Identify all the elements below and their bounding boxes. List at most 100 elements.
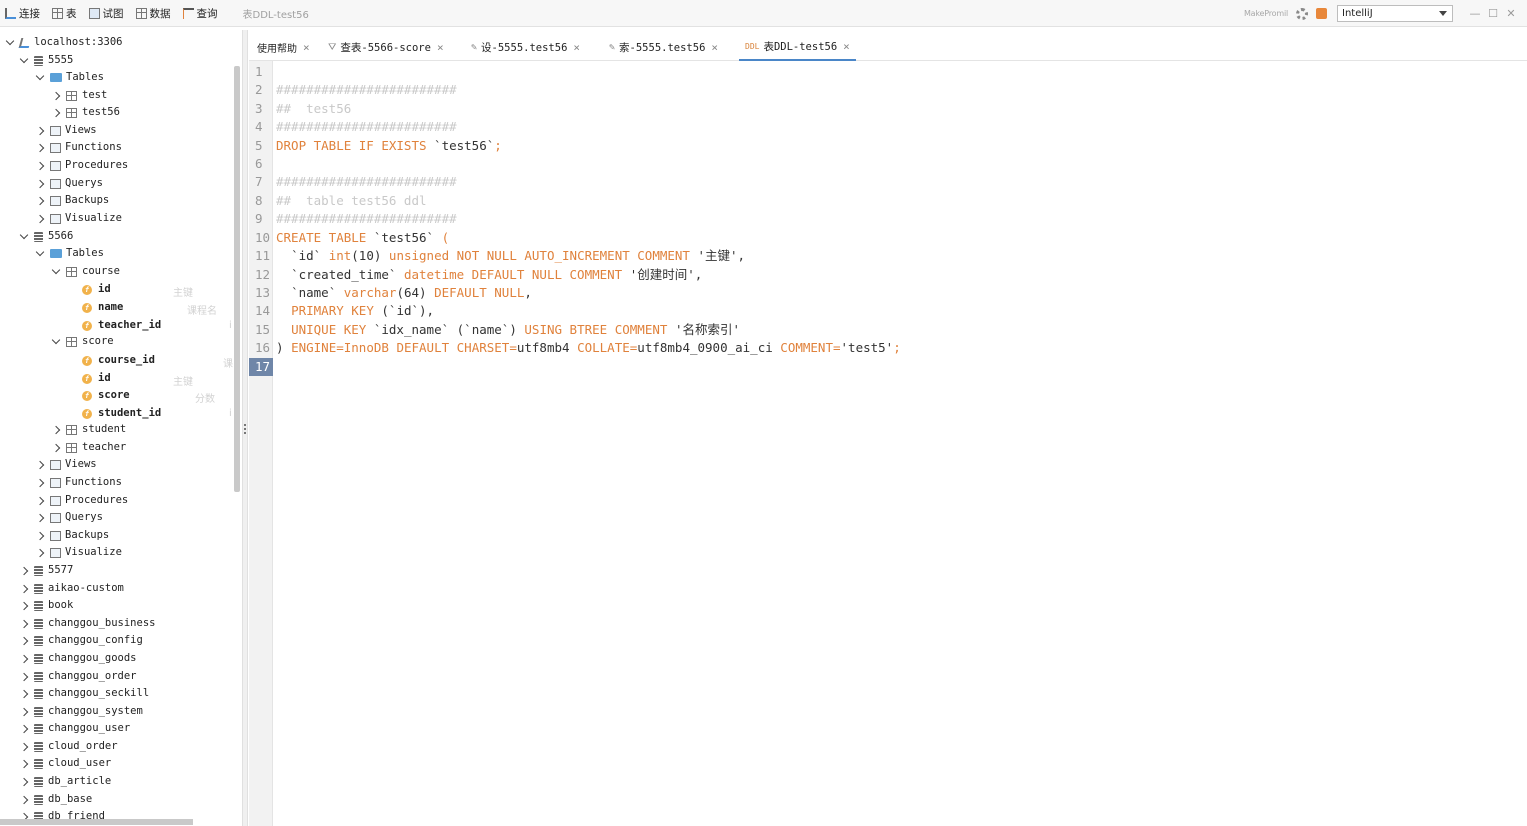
tree-table-test[interactable]: test [52, 87, 107, 104]
maximize-button[interactable]: ☐ [1485, 7, 1501, 20]
chevron-right-icon[interactable] [36, 180, 44, 188]
code-line[interactable]: PRIMARY KEY (`id`), [276, 302, 434, 320]
tree-connection[interactable]: localhost:3306 [6, 34, 123, 51]
tree-field[interactable]: f id [82, 370, 111, 387]
chevron-right-icon[interactable] [52, 92, 60, 100]
tree-field[interactable]: f id [82, 281, 111, 298]
tree-db[interactable]: changgou_config [20, 632, 143, 649]
query-button[interactable]: 查询 [180, 2, 221, 24]
tree-querys-5566[interactable]: Querys [36, 509, 103, 526]
tree-db[interactable]: changgou_seckill [20, 685, 149, 702]
chevron-right-icon[interactable] [20, 673, 28, 681]
chevron-right-icon[interactable] [36, 479, 44, 487]
table-button[interactable]: 表 [49, 2, 80, 24]
tree-visualize-5566[interactable]: Visualize [36, 544, 122, 561]
chevron-right-icon[interactable] [36, 127, 44, 135]
code-line[interactable]: UNIQUE KEY `idx_name` (`name`) USING BTR… [276, 321, 740, 339]
tree-horizontal-scrollbar[interactable] [0, 819, 193, 825]
chevron-down-icon[interactable] [6, 39, 14, 47]
tree-table-test56[interactable]: test56 [52, 104, 120, 121]
tree-db[interactable]: aikao-custom [20, 580, 124, 597]
code-line[interactable]: ######################## [276, 81, 457, 99]
chevron-right-icon[interactable] [36, 461, 44, 469]
tree-db[interactable]: cloud_user [20, 755, 111, 772]
tree-table-student[interactable]: student [52, 421, 126, 438]
gear-icon[interactable] [1296, 7, 1308, 20]
code-line[interactable]: ######################## [276, 173, 457, 191]
chevron-right-icon[interactable] [20, 725, 28, 733]
close-window-button[interactable]: ✕ [1503, 7, 1519, 20]
code-line[interactable]: `name` varchar(64) DEFAULT NULL, [276, 284, 532, 302]
tree-backups-5555[interactable]: Backups [36, 192, 109, 209]
tab-index-test56[interactable]: ✎ 索-5555.test56 × [603, 34, 724, 61]
chevron-right-icon[interactable] [20, 620, 28, 628]
code-line[interactable]: ######################## [276, 118, 457, 136]
chevron-right-icon[interactable] [20, 796, 28, 804]
tree-tables-5566[interactable]: Tables [36, 245, 104, 262]
chevron-down-icon[interactable] [52, 268, 60, 276]
chevron-right-icon[interactable] [52, 426, 60, 434]
tree-tables-5555[interactable]: Tables [36, 69, 104, 86]
tree-db[interactable]: changgou_order [20, 668, 137, 685]
tab-design-test56[interactable]: ✎ 设-5555.test56 × [465, 34, 586, 61]
chevron-right-icon[interactable] [36, 514, 44, 522]
code-line[interactable]: ######################## [276, 210, 457, 228]
tree-field[interactable]: f name [82, 299, 123, 316]
tree-procedures-5566[interactable]: Procedures [36, 492, 128, 509]
chevron-down-icon[interactable] [36, 74, 44, 82]
chevron-right-icon[interactable] [52, 109, 60, 117]
tab-help[interactable]: 使用帮助 × [251, 34, 316, 61]
tree-db[interactable]: book [20, 597, 73, 614]
code-line[interactable]: ## test56 [276, 100, 351, 118]
tree-field[interactable]: f student_id [82, 405, 161, 422]
tree-db[interactable]: cloud_order [20, 738, 118, 755]
tree-db[interactable]: changgou_user [20, 720, 130, 737]
tab-ddl-test56[interactable]: DDL 表DDL-test56 × [739, 34, 856, 61]
tree-querys-5555[interactable]: Querys [36, 175, 103, 192]
close-icon[interactable]: × [711, 41, 718, 54]
chevron-right-icon[interactable] [20, 708, 28, 716]
tree-db[interactable]: changgou_system [20, 703, 143, 720]
chevron-right-icon[interactable] [20, 637, 28, 645]
chevron-right-icon[interactable] [20, 743, 28, 751]
tree-field[interactable]: f teacher_id [82, 317, 161, 334]
tree-db[interactable]: changgou_goods [20, 650, 137, 667]
close-icon[interactable]: × [437, 41, 444, 54]
close-icon[interactable]: × [303, 41, 310, 54]
chevron-right-icon[interactable] [36, 162, 44, 170]
code-line[interactable]: `created_time` datetime DEFAULT NULL COM… [276, 266, 702, 284]
connect-button[interactable]: 连接 [2, 2, 43, 24]
tree-procedures-5555[interactable]: Procedures [36, 157, 128, 174]
chevron-right-icon[interactable] [36, 497, 44, 505]
tree-db-5555[interactable]: 5555 [20, 52, 73, 69]
chevron-right-icon[interactable] [20, 567, 28, 575]
chevron-right-icon[interactable] [52, 444, 60, 452]
tree-table-teacher[interactable]: teacher [52, 439, 126, 456]
tree-functions-5555[interactable]: Functions [36, 139, 122, 156]
tree-db[interactable]: db_article [20, 773, 111, 790]
data-button[interactable]: 数据 [133, 2, 174, 24]
minimize-button[interactable]: — [1467, 7, 1483, 20]
tree-db[interactable]: db_base [20, 791, 92, 808]
chevron-down-icon[interactable] [36, 250, 44, 258]
chevron-right-icon[interactable] [36, 549, 44, 557]
tree-table-course[interactable]: course [52, 263, 120, 280]
chevron-down-icon[interactable] [52, 338, 60, 346]
code-line[interactable]: ) ENGINE=InnoDB DEFAULT CHARSET=utf8mb4 … [276, 339, 901, 357]
chevron-right-icon[interactable] [36, 197, 44, 205]
tree-vertical-scrollbar[interactable] [234, 66, 240, 492]
tree-functions-5566[interactable]: Functions [36, 474, 122, 491]
chevron-right-icon[interactable] [20, 760, 28, 768]
chevron-right-icon[interactable] [36, 532, 44, 540]
chevron-right-icon[interactable] [20, 778, 28, 786]
tree-db-5566[interactable]: 5566 [20, 228, 73, 245]
plugin-icon[interactable] [1316, 8, 1327, 19]
chevron-right-icon[interactable] [36, 215, 44, 223]
tree-views-5555[interactable]: Views [36, 122, 97, 139]
code-line[interactable]: ## table test56 ddl [276, 192, 427, 210]
panel-splitter[interactable] [242, 30, 248, 826]
chevron-right-icon[interactable] [20, 655, 28, 663]
ddl-editor[interactable]: 1 2 3 4 5 6 7 8 9 10 11 12 13 14 15 16 1… [249, 61, 1527, 826]
view-button[interactable]: 试图 [86, 2, 127, 24]
chevron-right-icon[interactable] [36, 144, 44, 152]
